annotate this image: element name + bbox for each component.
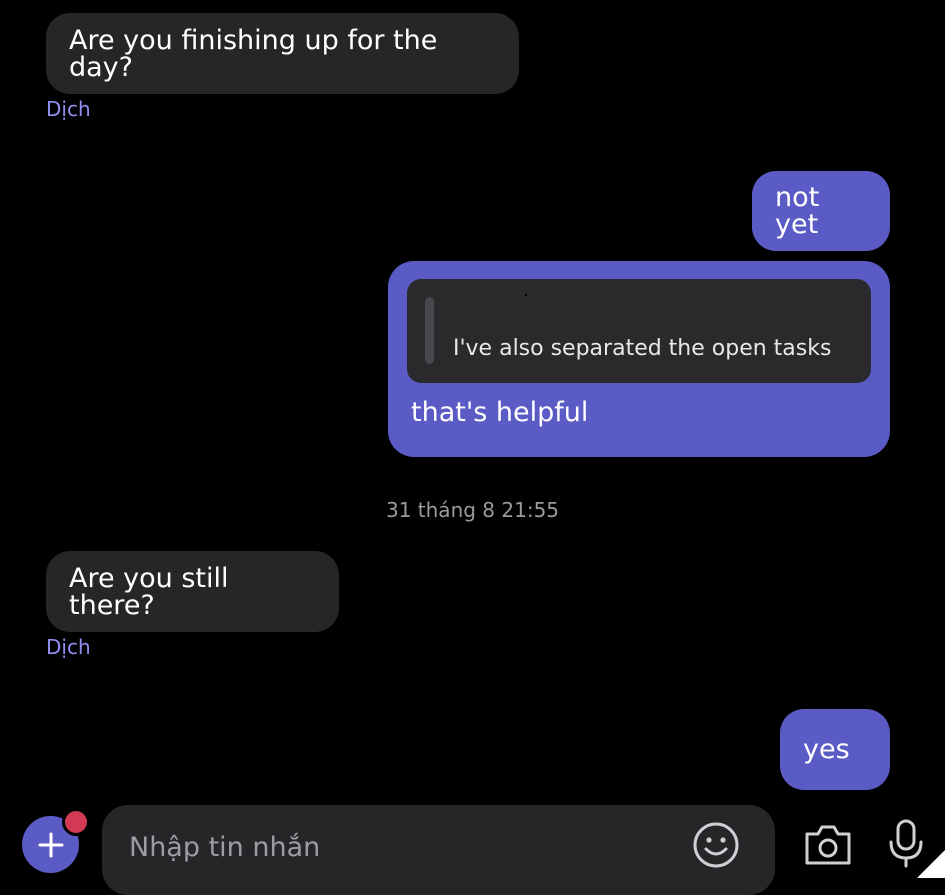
incoming-message-bubble[interactable]: Are you still there? <box>46 551 339 632</box>
quote-bar <box>425 297 434 364</box>
screen-corner <box>917 850 945 878</box>
message-text: yes <box>803 734 850 765</box>
emoji-icon[interactable] <box>692 821 740 869</box>
message-input-placeholder: Nhập tin nhắn <box>129 832 321 863</box>
quoted-text: I've also separated the open tasks <box>453 336 832 361</box>
outgoing-message-bubble[interactable]: not yet <box>752 171 890 251</box>
message-input[interactable]: Nhập tin nhắn <box>102 805 775 895</box>
message-text: Are you still there? <box>69 562 229 621</box>
plus-icon <box>38 832 63 857</box>
quote-author-mark <box>525 294 527 296</box>
notification-badge <box>62 808 90 836</box>
camera-icon[interactable] <box>803 822 853 867</box>
message-text: not yet <box>775 182 820 240</box>
quoted-message[interactable]: I've also separated the open tasks <box>407 279 871 383</box>
incoming-message-bubble[interactable]: Are you finishing up for the day? <box>46 13 519 94</box>
message-text: that's helpful <box>411 397 589 428</box>
outgoing-message-bubble[interactable]: yes <box>780 709 890 790</box>
translate-link[interactable]: Dịch <box>46 635 91 659</box>
translate-link[interactable]: Dịch <box>46 97 91 121</box>
message-text: Are you finishing up for the day? <box>69 24 438 83</box>
message-timestamp: 31 tháng 8 21:55 <box>385 498 560 522</box>
outgoing-reply-bubble[interactable]: I've also separated the open tasks that'… <box>388 261 890 457</box>
